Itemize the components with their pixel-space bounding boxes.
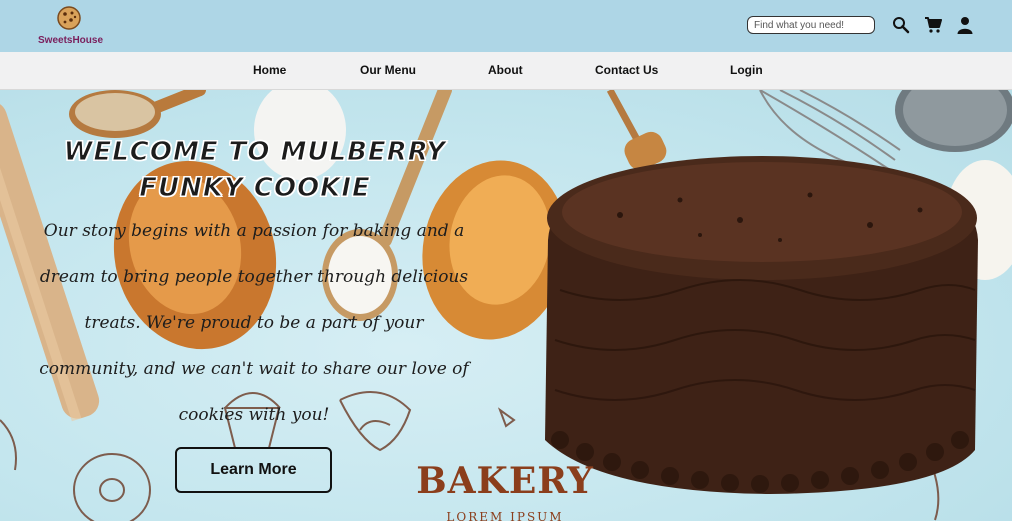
top-header: SweetsHouse <box>0 0 1012 52</box>
hero-section: WELCOME TO MULBERRY FUNKY COOKIE Our sto… <box>0 90 1012 521</box>
search-icon[interactable] <box>892 16 910 34</box>
chocolate-cake-image <box>545 156 978 495</box>
hero-description: Our story begins with a passion for baki… <box>39 221 469 425</box>
nav-login[interactable]: Login <box>730 63 763 77</box>
cart-icon[interactable] <box>924 16 942 34</box>
nav-home[interactable]: Home <box>253 63 286 77</box>
bakery-banner-subtitle: LOREM IPSUM <box>446 510 564 521</box>
cookie-icon <box>57 6 81 30</box>
hero-title: WELCOME TO MULBERRY FUNKY COOKIE <box>40 134 470 206</box>
nav-our-menu[interactable]: Our Menu <box>360 63 416 77</box>
search-input[interactable] <box>747 16 875 34</box>
bakery-banner-title: BAKERY <box>416 460 594 502</box>
brand-name: SweetsHouse <box>38 35 104 46</box>
nav-contact-us[interactable]: Contact Us <box>595 63 658 77</box>
user-icon[interactable] <box>956 16 974 34</box>
spoon-sugar-image <box>69 90 206 138</box>
learn-more-button[interactable]: Learn More <box>175 447 332 493</box>
hero-title-line-1: WELCOME TO MULBERRY <box>63 137 447 168</box>
nav-about[interactable]: About <box>488 63 523 77</box>
hero-title-line-2: FUNKY COOKIE <box>139 173 371 204</box>
sieve-image <box>895 90 1012 152</box>
main-nav: Home Our Menu About Contact Us Login <box>0 52 1012 90</box>
brand-logo[interactable]: SweetsHouse <box>36 4 104 48</box>
honey-dipper-image <box>606 90 667 170</box>
